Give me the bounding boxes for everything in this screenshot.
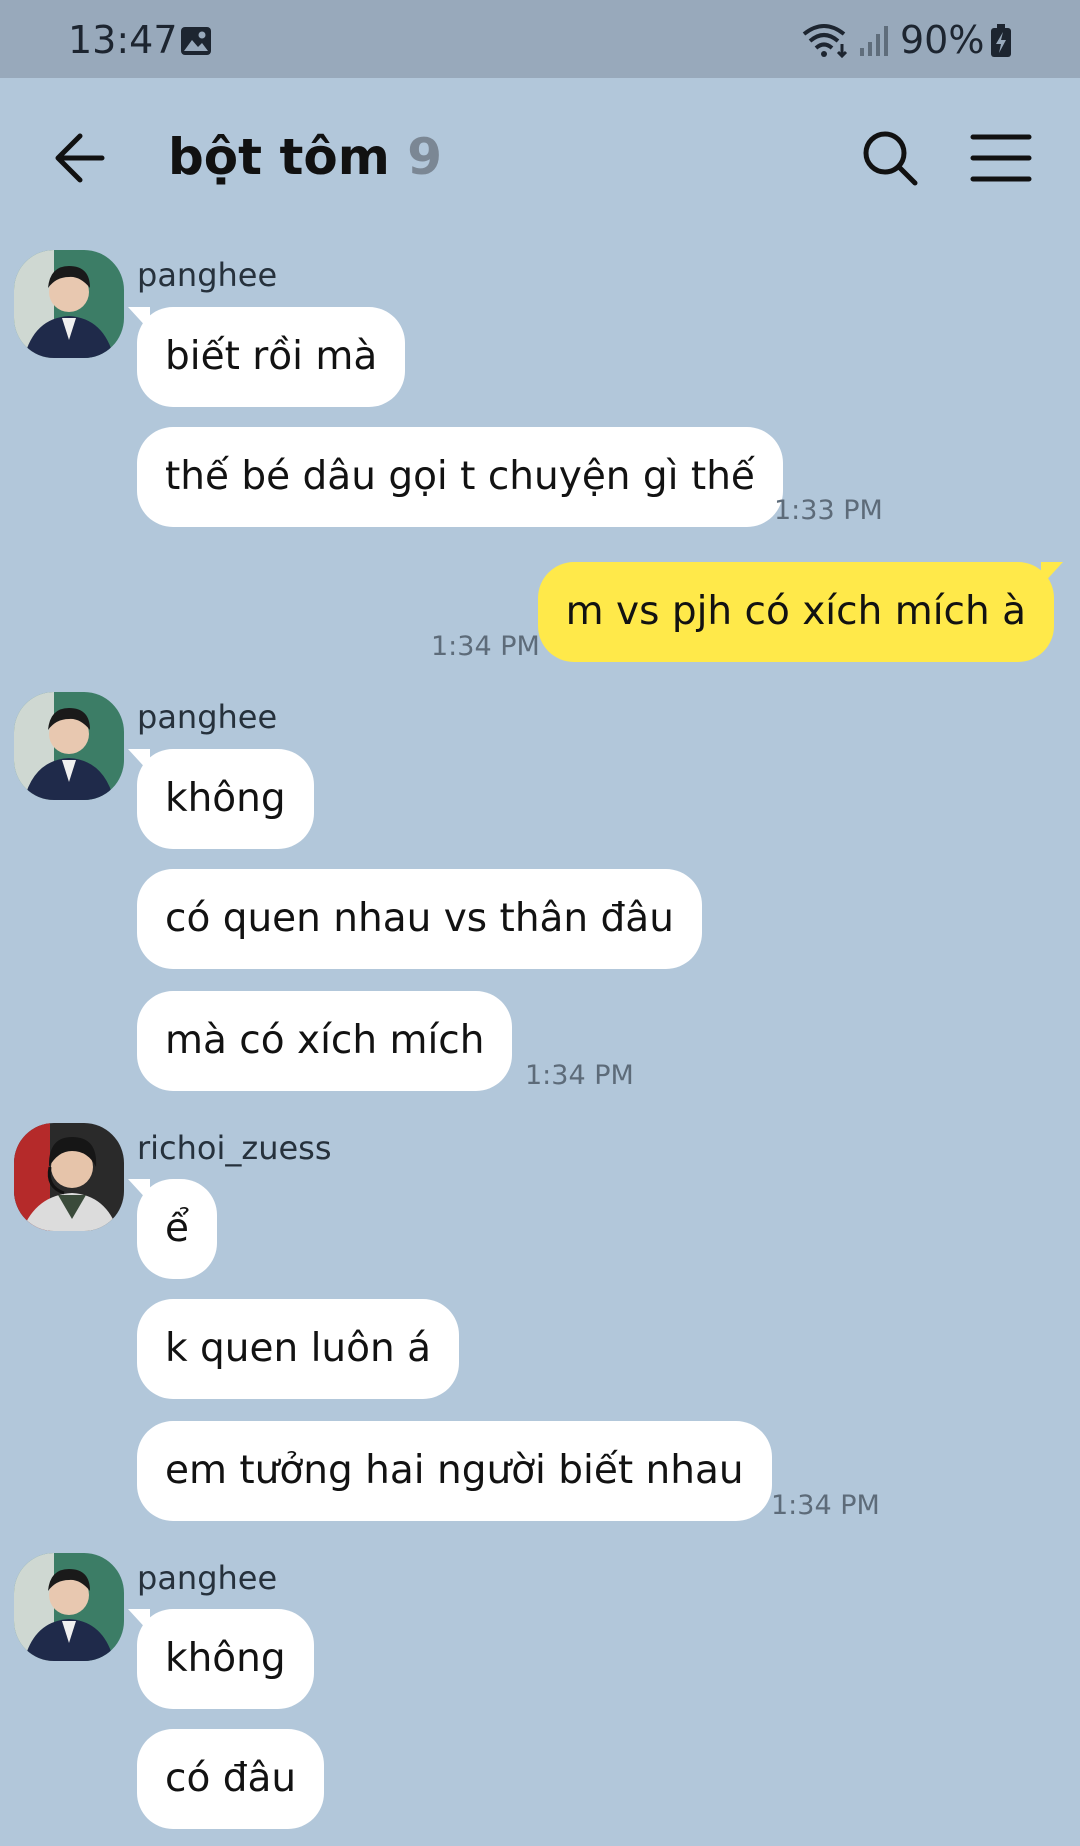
- message-bubble[interactable]: thế bé dâu gọi t chuyện gì thế: [137, 427, 783, 527]
- chat-header: bột tôm 9: [0, 78, 1080, 238]
- search-icon: [863, 131, 918, 186]
- sender-name: panghee: [137, 256, 278, 294]
- sender-name: panghee: [137, 698, 278, 736]
- message-bubble[interactable]: em tưởng hai người biết nhau: [137, 1421, 772, 1521]
- menu-icon: [970, 134, 1032, 182]
- avatar-richoi-zuess[interactable]: [14, 1123, 124, 1231]
- chat-name: bột tôm: [168, 128, 390, 186]
- message-timestamp: 1:34 PM: [771, 1490, 880, 1521]
- avatar-panghee[interactable]: [14, 250, 124, 358]
- battery-charging-icon: [990, 24, 1012, 62]
- sender-name: richoi_zuess: [137, 1129, 332, 1167]
- message-bubble[interactable]: biết rồi mà: [127, 307, 406, 407]
- message-bubble[interactable]: không: [128, 749, 314, 849]
- message-bubble[interactable]: không: [128, 1609, 314, 1709]
- message-timestamp: 1:33 PM: [774, 495, 883, 526]
- message-timestamp: 1:34 PM: [431, 631, 540, 662]
- status-bar: 13:47 90%: [0, 0, 1080, 78]
- outgoing-message-bubble[interactable]: m vs pjh có xích mích à: [537, 562, 1064, 662]
- message-bubble[interactable]: ể: [128, 1179, 217, 1279]
- message-bubble[interactable]: mà có xích mích: [137, 991, 513, 1091]
- avatar-panghee[interactable]: [14, 1553, 124, 1661]
- chat-title[interactable]: bột tôm 9: [168, 128, 442, 186]
- message-bubble[interactable]: có đâu: [137, 1729, 325, 1829]
- message-bubble[interactable]: có quen nhau vs thân đâu: [137, 869, 702, 969]
- sender-name: panghee: [137, 1559, 278, 1597]
- menu-button[interactable]: [970, 132, 1032, 184]
- back-button[interactable]: [52, 128, 142, 188]
- message-timestamp: 1:34 PM: [525, 1060, 634, 1091]
- photo-icon: [180, 26, 212, 60]
- status-time: 13:47: [68, 18, 178, 62]
- wifi-icon: [802, 22, 852, 62]
- back-arrow-icon: [55, 133, 105, 183]
- avatar-panghee[interactable]: [14, 692, 124, 800]
- search-button[interactable]: [860, 128, 920, 188]
- signal-icon: [858, 24, 894, 60]
- member-count: 9: [407, 128, 443, 186]
- message-bubble[interactable]: k quen luôn á: [137, 1299, 459, 1399]
- battery-percentage: 90%: [900, 18, 985, 62]
